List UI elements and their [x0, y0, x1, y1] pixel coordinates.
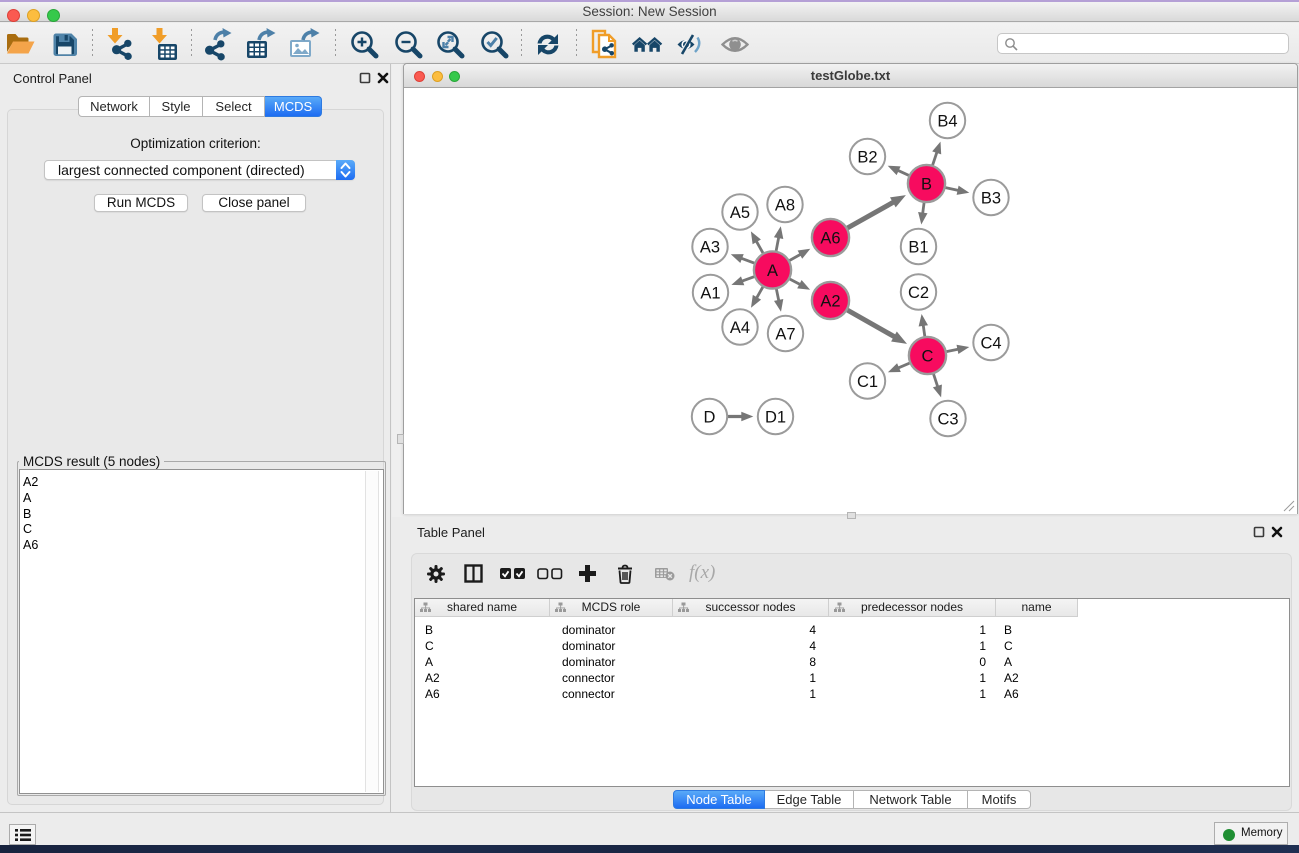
svg-text:D: D — [704, 409, 716, 427]
svg-text:B2: B2 — [857, 149, 877, 167]
svg-text:C1: C1 — [857, 373, 878, 391]
svg-text:C2: C2 — [908, 284, 929, 302]
svg-text:B3: B3 — [981, 190, 1001, 208]
svg-text:C3: C3 — [937, 411, 958, 429]
svg-text:A2: A2 — [820, 293, 840, 311]
svg-text:A8: A8 — [775, 197, 795, 215]
svg-text:D1: D1 — [765, 409, 786, 427]
svg-text:C4: C4 — [980, 335, 1001, 353]
svg-text:A5: A5 — [730, 204, 750, 222]
svg-text:A3: A3 — [700, 239, 720, 257]
svg-text:A: A — [767, 262, 778, 280]
svg-text:B4: B4 — [937, 113, 957, 131]
svg-text:A6: A6 — [820, 230, 840, 248]
svg-text:B: B — [921, 176, 932, 194]
svg-text:A7: A7 — [775, 326, 795, 344]
svg-text:A4: A4 — [730, 319, 750, 337]
svg-text:A1: A1 — [700, 285, 720, 303]
svg-text:B1: B1 — [908, 239, 928, 257]
svg-text:C: C — [922, 348, 934, 366]
